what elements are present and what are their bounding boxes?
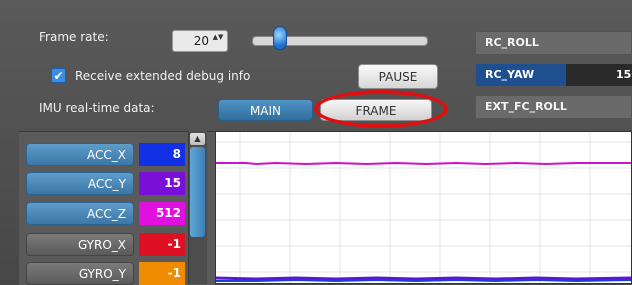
- frame-tab-annotation: [314, 90, 448, 128]
- frame-rate-value[interactable]: 20: [194, 34, 209, 48]
- channel-acc-z-value: 512: [139, 202, 185, 225]
- tab-main[interactable]: MAIN: [218, 99, 313, 121]
- spinner-arrows-icon[interactable]: ▲▼: [212, 33, 224, 49]
- rc-yaw-bar: 150: [566, 64, 632, 86]
- channel-gyro-y-button[interactable]: GYRO_Y: [26, 262, 134, 285]
- channel-acc-z-button[interactable]: ACC_Z: [26, 202, 134, 225]
- receive-debug-checkbox[interactable]: ✔: [51, 68, 66, 83]
- rc-roll-row: RC_ROLL: [475, 31, 632, 55]
- channel-acc-y-value: 15: [139, 172, 185, 195]
- frame-rate-spinner[interactable]: 20 ▲▼: [172, 30, 228, 52]
- channel-list-scrollbar[interactable]: ▲: [188, 131, 207, 284]
- receive-debug-label: Receive extended debug info: [75, 69, 251, 83]
- rc-yaw-row: RC_YAW 150: [475, 63, 632, 87]
- plot-svg: [216, 132, 631, 283]
- rc-yaw-value: 150: [616, 68, 632, 81]
- debug-panel: Frame rate: 20 ▲▼ ✔ Receive extended deb…: [0, 0, 632, 285]
- acc-y-trace: [216, 276, 631, 281]
- plot-grid: [216, 132, 631, 283]
- channel-gyro-y-value: -1: [139, 262, 185, 285]
- channel-acc-x-value: 8: [139, 143, 185, 166]
- frame-rate-label: Frame rate:: [39, 30, 109, 44]
- ext-fc-roll-row: EXT_FC_ROLL: [475, 95, 632, 119]
- pause-button[interactable]: PAUSE: [358, 64, 438, 89]
- frame-rate-slider-thumb[interactable]: [273, 26, 287, 50]
- scroll-up-icon[interactable]: ▲: [190, 133, 205, 145]
- imu-label: IMU real-time data:: [39, 101, 155, 115]
- channel-gyro-x-button[interactable]: GYRO_X: [26, 233, 134, 256]
- channel-gyro-x-value: -1: [139, 233, 185, 256]
- realtime-plot: [215, 131, 632, 284]
- ext-fc-roll-name: EXT_FC_ROLL: [485, 100, 567, 113]
- acc-z-trace: [216, 161, 631, 166]
- channel-acc-y-button[interactable]: ACC_Y: [26, 172, 134, 195]
- acc-x-trace: [216, 278, 631, 283]
- scroll-thumb[interactable]: [190, 147, 205, 237]
- channel-acc-x-button[interactable]: ACC_X: [26, 143, 134, 166]
- rc-yaw-name: RC_YAW: [485, 68, 535, 81]
- rc-roll-name: RC_ROLL: [485, 36, 539, 49]
